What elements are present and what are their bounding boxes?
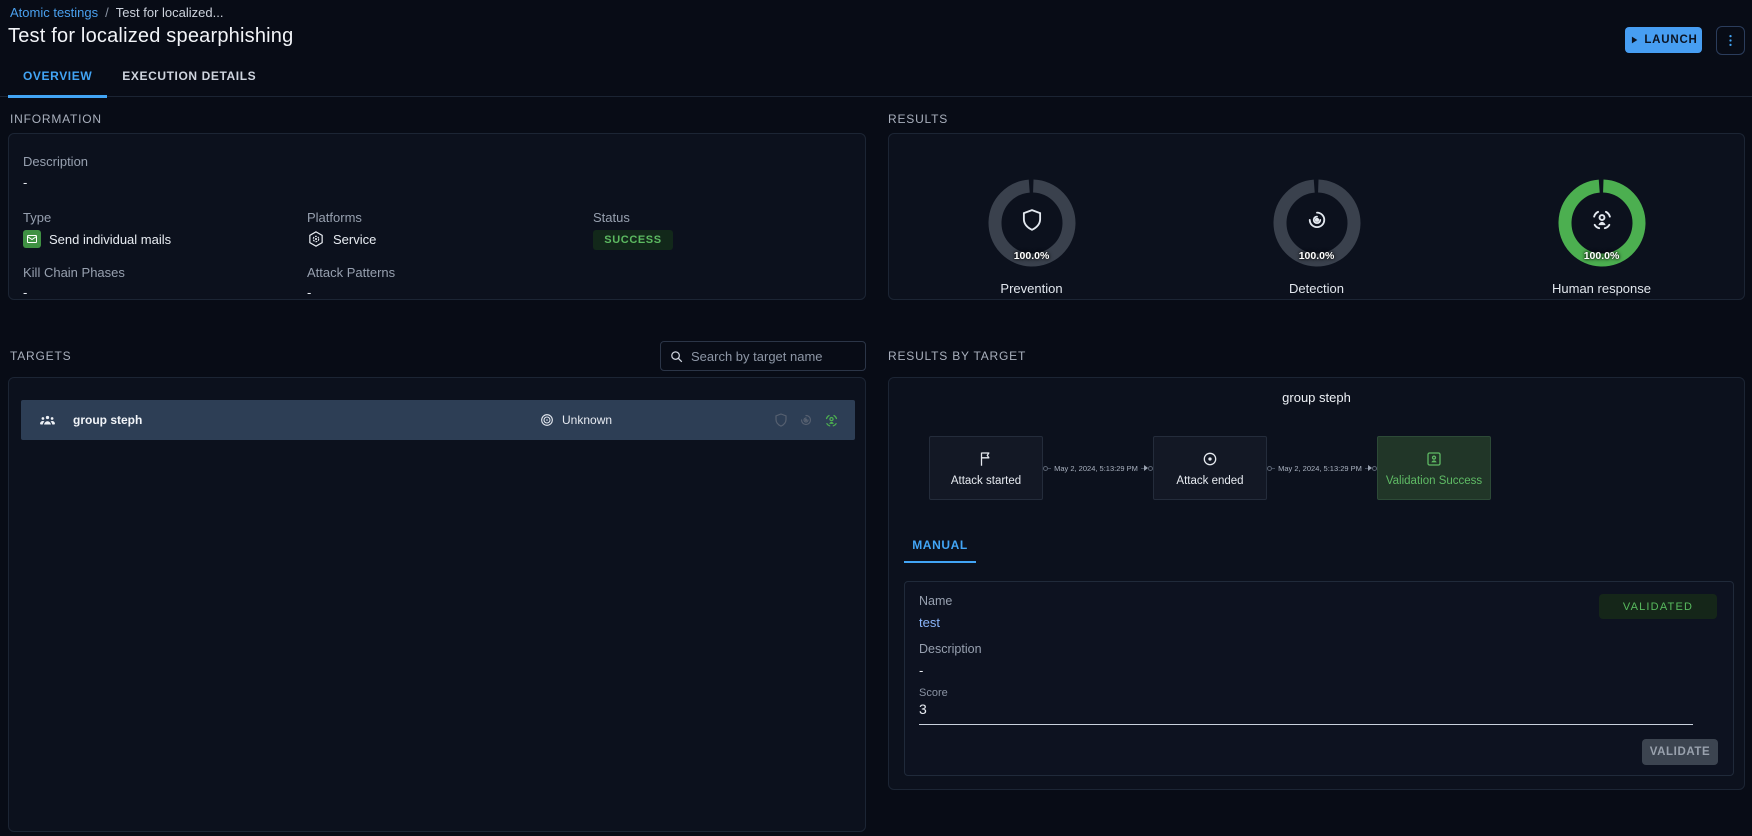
platforms-label: Platforms [307,210,362,225]
tab-overview[interactable]: OVERVIEW [8,55,107,97]
human-response-score: 100.0% [1558,250,1646,262]
breadcrumb-separator: / [105,5,109,20]
kill-chain-phases-label: Kill Chain Phases [23,265,125,280]
expectation-name-label: Name [919,594,952,608]
service-hexagon-gear-icon [307,230,325,248]
attack-patterns-label: Attack Patterns [307,265,395,280]
search-icon [669,349,684,364]
description-label: Description [23,154,88,169]
results-panel: 100.0% Prevention 100.0% Detection [888,133,1745,300]
timeline-connector: May 2, 2024, 5:13:29 PM [1267,464,1377,473]
breadcrumb-current: Test for localized... [116,5,224,20]
score-input[interactable] [919,701,1693,725]
group-icon [38,411,57,430]
expectation-card: Name test VALIDATED Description - Score … [904,581,1734,776]
launch-button-label: LAUNCH [1644,34,1697,46]
radar-icon [798,412,814,429]
timeline-date: May 2, 2024, 5:13:29 PM [1051,464,1141,473]
status-badge: SUCCESS [593,230,673,250]
person-scan-icon [1588,206,1615,233]
radar-icon [1304,207,1330,233]
detection-score: 100.0% [1273,250,1361,262]
prevention-gauge: 100.0% Prevention [889,134,1174,299]
tab-execution-details[interactable]: EXECUTION DETAILS [107,55,271,97]
results-by-target-panel: group steph Attack started May 2, 2024, … [888,377,1745,790]
target-result-icons [773,412,840,429]
type-label: Type [23,210,51,225]
targets-section-title: TARGETS [10,349,71,363]
expectation-description-label: Description [919,642,982,656]
target-name: group steph [73,413,142,427]
flag-icon [977,450,995,468]
tab-bar: OVERVIEW EXECUTION DETAILS [0,55,1752,97]
atomic-testing-page: Atomic testings / Test for localized... Te… [0,0,1752,836]
timeline-step-attack-started: Attack started [929,436,1043,500]
breadcrumb-root-link[interactable]: Atomic testings [10,5,98,20]
expectation-name-value: test [919,615,940,630]
status-label: Status [593,210,630,225]
kill-chain-phases-value: - [23,285,27,300]
attack-timeline: Attack started May 2, 2024, 5:13:29 PM A… [929,436,1491,500]
validate-button[interactable]: VALIDATE [1642,739,1718,765]
timeline-step-label: Attack started [951,475,1021,487]
detection-gauge: 100.0% Detection [1174,134,1459,299]
shield-icon [1019,207,1045,233]
prevention-label: Prevention [1000,281,1062,296]
results-target-name: group steph [889,390,1744,405]
email-icon [23,230,41,248]
timeline-step-attack-ended: Attack ended [1153,436,1267,500]
target-row[interactable]: group steph Unknown [21,400,855,440]
targets-panel: group steph Unknown [8,377,866,832]
timeline-step-validation-success: Validation Success [1377,436,1491,500]
description-value: - [23,175,27,190]
target-platform: Unknown [539,412,612,428]
timeline-connector: May 2, 2024, 5:13:29 PM [1043,464,1153,473]
type-value-row: Send individual mails [23,230,171,248]
type-value: Send individual mails [49,232,171,247]
platforms-value: Service [333,232,376,247]
tab-manual[interactable]: MANUAL [904,538,976,563]
results-section-title: RESULTS [888,112,948,126]
person-scan-icon [823,412,840,429]
detection-label: Detection [1289,281,1344,296]
timeline-step-label: Attack ended [1176,475,1243,487]
target-dot-icon [1201,450,1219,468]
kebab-menu-icon [1723,33,1738,48]
play-icon [1629,35,1639,45]
results-by-target-section-title: RESULTS BY TARGET [888,349,1026,363]
target-search [660,341,866,371]
human-response-gauge: 100.0% Human response [1459,134,1744,299]
unknown-platform-icon [539,412,555,428]
platforms-value-row: Service [307,230,376,248]
information-panel: Description - Type Send individual mails… [8,133,866,300]
attack-patterns-value: - [307,285,311,300]
validation-person-icon [1425,450,1443,468]
kebab-menu-button[interactable] [1716,26,1745,55]
information-section-title: INFORMATION [10,112,102,126]
timeline-date: May 2, 2024, 5:13:29 PM [1275,464,1365,473]
validated-badge: VALIDATED [1599,594,1717,619]
launch-button[interactable]: LAUNCH [1625,27,1702,53]
search-input[interactable] [691,349,867,364]
page-title: Test for localized spearphishing [8,25,293,48]
human-response-label: Human response [1552,281,1651,296]
timeline-step-label: Validation Success [1386,475,1482,487]
breadcrumb: Atomic testings / Test for localized... [10,5,223,20]
score-label: Score [919,687,948,699]
expectation-description-value: - [919,663,923,678]
target-platform-label: Unknown [562,413,612,427]
prevention-score: 100.0% [988,250,1076,262]
shield-icon [773,412,789,429]
